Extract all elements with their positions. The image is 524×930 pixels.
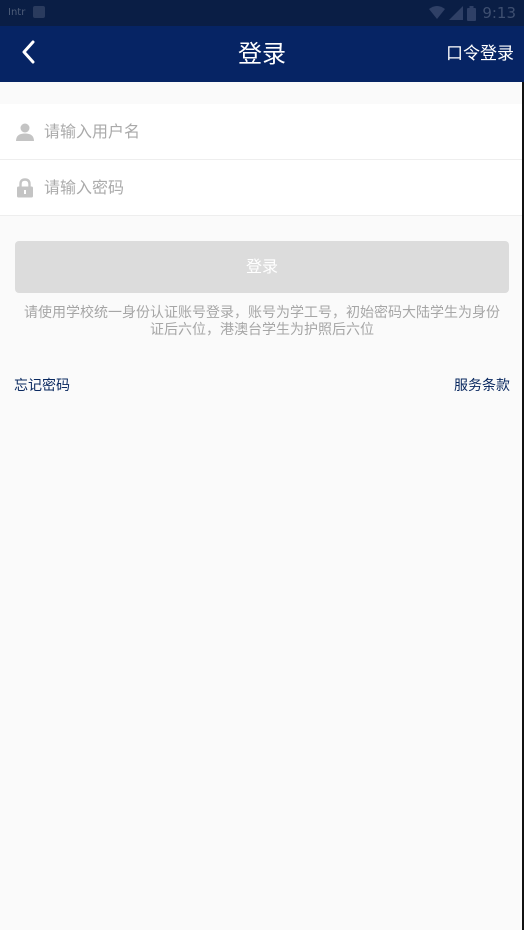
status-tag: Intr [8,6,26,18]
battery-icon [467,5,477,21]
person-icon [14,123,36,141]
notification-icon [33,6,46,18]
forgot-password-link[interactable]: 忘记密码 [14,375,70,395]
login-button[interactable]: 登录 [15,241,509,293]
lock-icon [14,177,36,198]
password-row [0,160,524,216]
token-login-button[interactable]: 口令登录 [446,26,514,82]
chevron-left-icon [20,40,36,68]
status-left: Intr [8,6,46,18]
password-input[interactable] [44,178,510,197]
status-right: 9:13 [429,4,516,22]
login-hint: 请使用学校统一身份认证账号登录，账号为学工号，初始密码大陆学生为身份证后六位，港… [24,305,500,338]
username-input[interactable] [44,122,510,141]
login-form [0,104,524,216]
back-button[interactable] [8,34,48,74]
signal-icon [449,6,464,20]
status-bar: Intr 9:13 [0,0,524,26]
terms-of-service-link[interactable]: 服务条款 [454,375,510,395]
status-time: 9:13 [482,4,516,22]
wifi-icon [429,6,446,20]
username-row [0,104,524,160]
app-bar: 登录 口令登录 [0,26,524,82]
